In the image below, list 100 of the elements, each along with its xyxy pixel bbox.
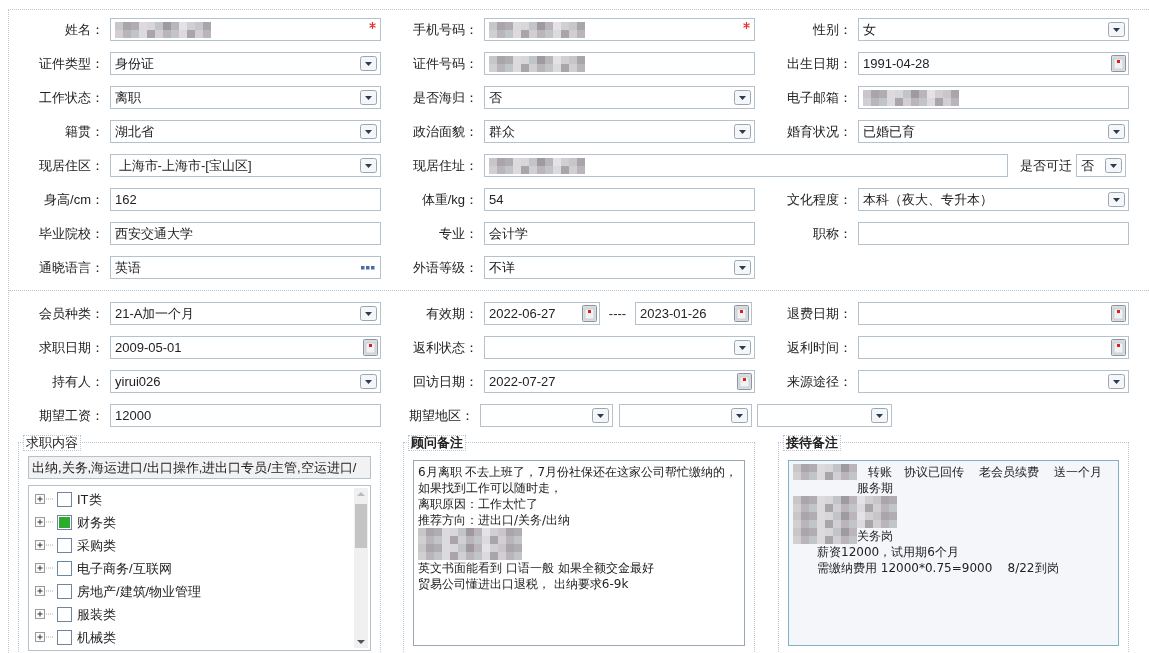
range-separator: ----: [607, 304, 628, 323]
ellipsis-icon: [361, 265, 375, 270]
text-field[interactable]: 54: [484, 188, 755, 211]
calendar-icon: [1111, 339, 1126, 356]
field-label: 返利时间：: [786, 338, 852, 357]
field-label: 会员种类：: [38, 304, 104, 323]
field-label: 证件类型：: [38, 54, 104, 73]
field-label: 期望地区：: [408, 406, 474, 425]
checkbox[interactable]: [57, 538, 72, 553]
text-field[interactable]: 西安交通大学: [110, 222, 381, 245]
select-field[interactable]: [480, 404, 613, 427]
field-label: 持有人：: [51, 372, 104, 391]
tree-item-label[interactable]: IT类: [77, 489, 102, 510]
note-line: 需缴纳费用 12000*0.75=9000 8/22到岗: [817, 560, 1059, 576]
field-label: 籍贯：: [64, 122, 104, 141]
text-field[interactable]: 英语: [110, 256, 381, 279]
field-label: 毕业院校：: [38, 224, 104, 243]
calendar-icon: [582, 305, 597, 322]
text-field[interactable]: [484, 18, 755, 41]
note-line: 关务岗: [857, 528, 893, 544]
select-field[interactable]: 女: [858, 18, 1129, 41]
tree-item-label[interactable]: 服装类: [77, 604, 116, 625]
note-line: 薪资12000，试用期6个月: [817, 544, 959, 560]
field-label: 通晓语言：: [38, 258, 104, 277]
tree-item-label[interactable]: 采购类: [77, 535, 116, 556]
select-field[interactable]: [858, 370, 1129, 393]
calendar-icon: [363, 339, 378, 356]
tree-item-label[interactable]: 财务类: [77, 512, 116, 533]
tree-item-label[interactable]: 电子商务/互联网: [77, 558, 172, 579]
checkbox[interactable]: [57, 515, 72, 530]
field-label: 来源途径：: [786, 372, 852, 391]
scrollbar[interactable]: [354, 488, 368, 648]
field-label: 期望工资：: [38, 406, 104, 425]
field-label: 外语等级：: [412, 258, 478, 277]
notes-textarea[interactable]: 转账 协议已回传 老会员续费 送一个月服务期 关务岗 薪资12000，试用期6个月 需缴纳费用 12000*0.75=9000 8/22到岗: [788, 460, 1119, 646]
select-field[interactable]: 离职: [110, 86, 381, 109]
date-field[interactable]: 2023-01-26: [635, 302, 752, 325]
date-field[interactable]: [858, 336, 1129, 359]
select-field[interactable]: 上海市-上海市-[宝山区]: [110, 154, 381, 177]
field-label: 身高/cm：: [43, 190, 104, 209]
panel-legend: 顾问备注: [408, 435, 466, 451]
field-label: 是否可迁: [1020, 156, 1072, 175]
checkbox[interactable]: [57, 584, 72, 599]
expand-icon: [35, 517, 53, 528]
field-label: 专业：: [438, 224, 478, 243]
field-label: 手机号码：: [412, 20, 478, 39]
notes-textarea[interactable]: 6月离职 不去上班了，7月份社保还在这家公司帮忙缴纳的，如果找到工作可以随时走， 离职原因：工作太忙了 推荐方向：进出口/关务/出纳 英文书面能看到 口语一般 如果全额交金最好 贸易公司懂进出口退税， 出纳要求6-9k: [413, 460, 745, 646]
field-label: 有效期：: [425, 304, 478, 323]
field-label: 政治面貌：: [412, 122, 478, 141]
note-line: 6月离职 不去上班了，7月份社保还在这家公司帮忙缴纳的，如果找到工作可以随时走，: [418, 464, 739, 496]
checkbox[interactable]: [57, 561, 72, 576]
note-line: 离职原因：工作太忙了: [418, 496, 538, 512]
field-label: 返利状态：: [412, 338, 478, 357]
checkbox[interactable]: [57, 492, 72, 507]
text-field[interactable]: [484, 154, 1008, 177]
field-label: 现居住址：: [412, 156, 478, 175]
field-label: 是否海归：: [412, 88, 478, 107]
select-field[interactable]: [619, 404, 752, 427]
select-field[interactable]: 否: [484, 86, 755, 109]
field-label: 求职日期：: [38, 338, 104, 357]
text-field[interactable]: 会计学: [484, 222, 755, 245]
select-field[interactable]: 本科（夜大、专升本）: [858, 188, 1129, 211]
text-field[interactable]: [858, 86, 1129, 109]
date-field[interactable]: 1991-04-28: [858, 52, 1129, 75]
select-field[interactable]: 群众: [484, 120, 755, 143]
select-field[interactable]: 21-A加一个月: [110, 302, 381, 325]
scrollbar-thumb[interactable]: [355, 504, 367, 548]
field-label: 回访日期：: [412, 372, 478, 391]
date-field[interactable]: 2022-06-27: [484, 302, 600, 325]
text-field[interactable]: 出纳,关务,海运进口/出口操作,进出口专员/主管,空运进口/: [28, 456, 371, 479]
field-label: 体重/kg：: [420, 190, 478, 209]
expand-icon: [35, 540, 53, 551]
tree-item-label[interactable]: 房地产/建筑/物业管理: [77, 581, 202, 602]
field-label: 电子邮箱：: [786, 88, 852, 107]
field-label: 性别：: [812, 20, 852, 39]
calendar-icon: [734, 305, 749, 322]
calendar-icon: [737, 373, 752, 390]
text-field[interactable]: [110, 18, 381, 41]
select-field[interactable]: [757, 404, 892, 427]
select-field[interactable]: 不详: [484, 256, 755, 279]
text-field[interactable]: 162: [110, 188, 381, 211]
checkbox[interactable]: [57, 630, 72, 645]
panel-legend: 求职内容: [23, 435, 81, 451]
select-field[interactable]: [484, 336, 755, 359]
select-field[interactable]: 湖北省: [110, 120, 381, 143]
select-field[interactable]: 已婚已育: [858, 120, 1129, 143]
text-field[interactable]: 12000: [110, 404, 381, 427]
select-field[interactable]: yirui026: [110, 370, 381, 393]
text-field[interactable]: [858, 222, 1129, 245]
date-field[interactable]: 2009-05-01: [110, 336, 381, 359]
field-label: 文化程度：: [786, 190, 852, 209]
date-field[interactable]: [858, 302, 1129, 325]
expand-icon: [35, 563, 53, 574]
tree-list[interactable]: IT类 财务类 采购类 电子商务/互联网 房地产/建筑/物业管理 服装类 机械类: [28, 485, 371, 651]
select-field[interactable]: 否: [1076, 154, 1126, 177]
select-field[interactable]: 身份证: [110, 52, 381, 75]
checkbox[interactable]: [57, 607, 72, 622]
date-field[interactable]: 2022-07-27: [484, 370, 755, 393]
tree-item-label[interactable]: 机械类: [77, 627, 116, 648]
text-field[interactable]: [484, 52, 755, 75]
